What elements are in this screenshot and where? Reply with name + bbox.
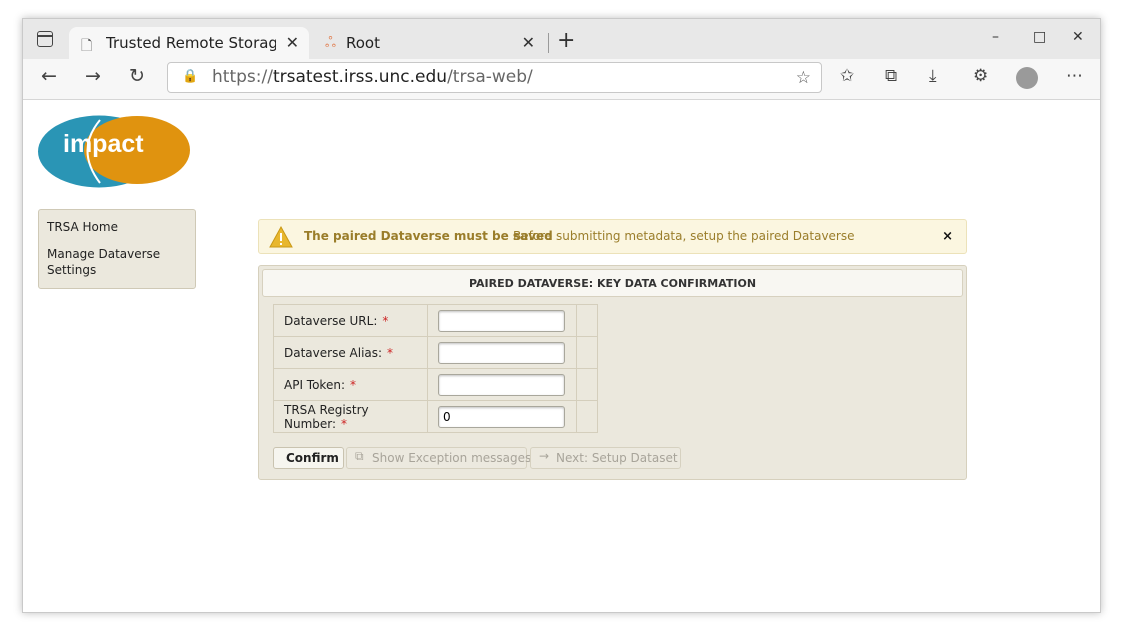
more-menu-icon[interactable]: ⋯ <box>1066 66 1083 86</box>
tab-root[interactable]: ஃ Root ✕ <box>313 27 545 59</box>
tab-actions-icon[interactable] <box>37 31 53 47</box>
panel-header: PAIRED DATAVERSE: KEY DATA CONFIRMATION <box>262 269 963 297</box>
alert-detail: Before submitting metadata, setup the pa… <box>513 229 855 243</box>
external-link-icon: ⧉ <box>355 449 364 463</box>
form-row: Dataverse Alias: * <box>273 336 598 369</box>
field-message <box>576 336 598 369</box>
show-exceptions-label: Show Exception messages <box>372 451 532 465</box>
form-row: API Token: * <box>273 368 598 401</box>
field-label: Dataverse Alias: * <box>273 336 428 369</box>
form-row: TRSA Registry Number: * <box>273 400 598 433</box>
browser-toolbar: ← → ↻ 🔒 https://trsatest.irss.unc.edu/tr… <box>23 59 1100 100</box>
next-label: Next: Setup Dataset <box>556 451 678 465</box>
field-label: API Token: * <box>273 368 428 401</box>
downloads-icon[interactable]: ⤓ <box>929 66 937 86</box>
minimize-icon[interactable]: – <box>992 29 999 45</box>
warning-alert: The paired Dataverse must be saved Befor… <box>258 219 967 254</box>
arrow-right-icon: → <box>539 449 550 463</box>
sidebar-item-trsa-home[interactable]: TRSA Home <box>47 219 187 235</box>
tab-divider <box>548 33 549 53</box>
close-tab-icon[interactable]: ✕ <box>522 33 535 52</box>
required-marker: * <box>341 416 348 431</box>
forward-icon[interactable]: → <box>85 65 101 87</box>
logo-text: impact <box>63 130 144 158</box>
required-marker: * <box>387 345 394 360</box>
lock-icon[interactable]: 🔒 <box>182 69 198 84</box>
key-data-panel: PAIRED DATAVERSE: KEY DATA CONFIRMATION … <box>258 265 967 480</box>
add-favorite-icon[interactable]: ☆ <box>796 68 811 88</box>
warning-icon <box>269 226 293 248</box>
cloudflare-tunnel-icon: ஃ <box>325 35 336 51</box>
field-label: Dataverse URL: * <box>273 304 428 337</box>
title-bar: 🗋 Trusted Remote Storage Agent ✕ ஃ Root … <box>23 19 1100 59</box>
dataverse-url-input[interactable] <box>438 309 565 332</box>
confirm-label: Confirm <box>286 451 339 465</box>
tab-title: Root <box>346 34 380 52</box>
required-marker: * <box>349 377 356 392</box>
close-tab-icon[interactable]: ✕ <box>286 33 299 52</box>
refresh-icon[interactable]: ↻ <box>129 65 145 87</box>
url-text: https://trsatest.irss.unc.edu/trsa-web/ <box>212 67 533 87</box>
back-icon[interactable]: ← <box>41 65 57 87</box>
collections-icon[interactable]: ⧉ <box>885 66 897 86</box>
field-message <box>576 304 598 337</box>
field-message <box>576 368 598 401</box>
dataverse-alias-input[interactable] <box>438 341 565 364</box>
new-tab-icon[interactable]: + <box>557 28 575 53</box>
panel-title: PAIRED DATAVERSE: KEY DATA CONFIRMATION <box>468 277 757 290</box>
trsa-registry-number-input[interactable] <box>438 405 565 428</box>
field-message <box>576 400 598 433</box>
sidebar-item-manage-dataverse[interactable]: Manage Dataverse Settings <box>47 246 187 278</box>
page-content: impact TRSA Home Manage Dataverse Settin… <box>23 100 1100 612</box>
required-marker: * <box>382 313 389 328</box>
extensions-icon[interactable]: ⚙ <box>973 66 988 86</box>
next-setup-dataset-button[interactable]: → Next: Setup Dataset <box>530 447 681 469</box>
browser-window: 🗋 Trusted Remote Storage Agent ✕ ஃ Root … <box>22 18 1101 613</box>
field-label: TRSA Registry Number: * <box>273 400 428 433</box>
favorites-star-icon[interactable]: ✩ <box>840 66 854 86</box>
form-row: Dataverse URL: * <box>273 304 598 337</box>
api-token-input[interactable] <box>438 373 565 396</box>
tab-title: Trusted Remote Storage Agent <box>106 34 276 52</box>
close-alert-icon[interactable]: × <box>942 229 953 244</box>
key-data-form: Dataverse URL: * Dataverse Alias: * API To… <box>273 304 598 433</box>
confirm-button[interactable]: Confirm <box>273 447 344 469</box>
page-icon: 🗋 <box>81 38 93 54</box>
impact-logo: impact <box>38 115 190 188</box>
show-exception-messages-button[interactable]: ⧉ Show Exception messages <box>346 447 531 469</box>
tab-trsa[interactable]: 🗋 Trusted Remote Storage Agent ✕ <box>69 27 309 59</box>
profile-avatar-icon[interactable] <box>1016 67 1038 89</box>
close-window-icon[interactable]: ✕ <box>1072 29 1084 45</box>
sidebar-menu: TRSA Home Manage Dataverse Settings <box>38 209 196 289</box>
address-bar[interactable]: 🔒 https://trsatest.irss.unc.edu/trsa-web… <box>167 62 822 93</box>
maximize-icon[interactable]: □ <box>1033 29 1046 45</box>
